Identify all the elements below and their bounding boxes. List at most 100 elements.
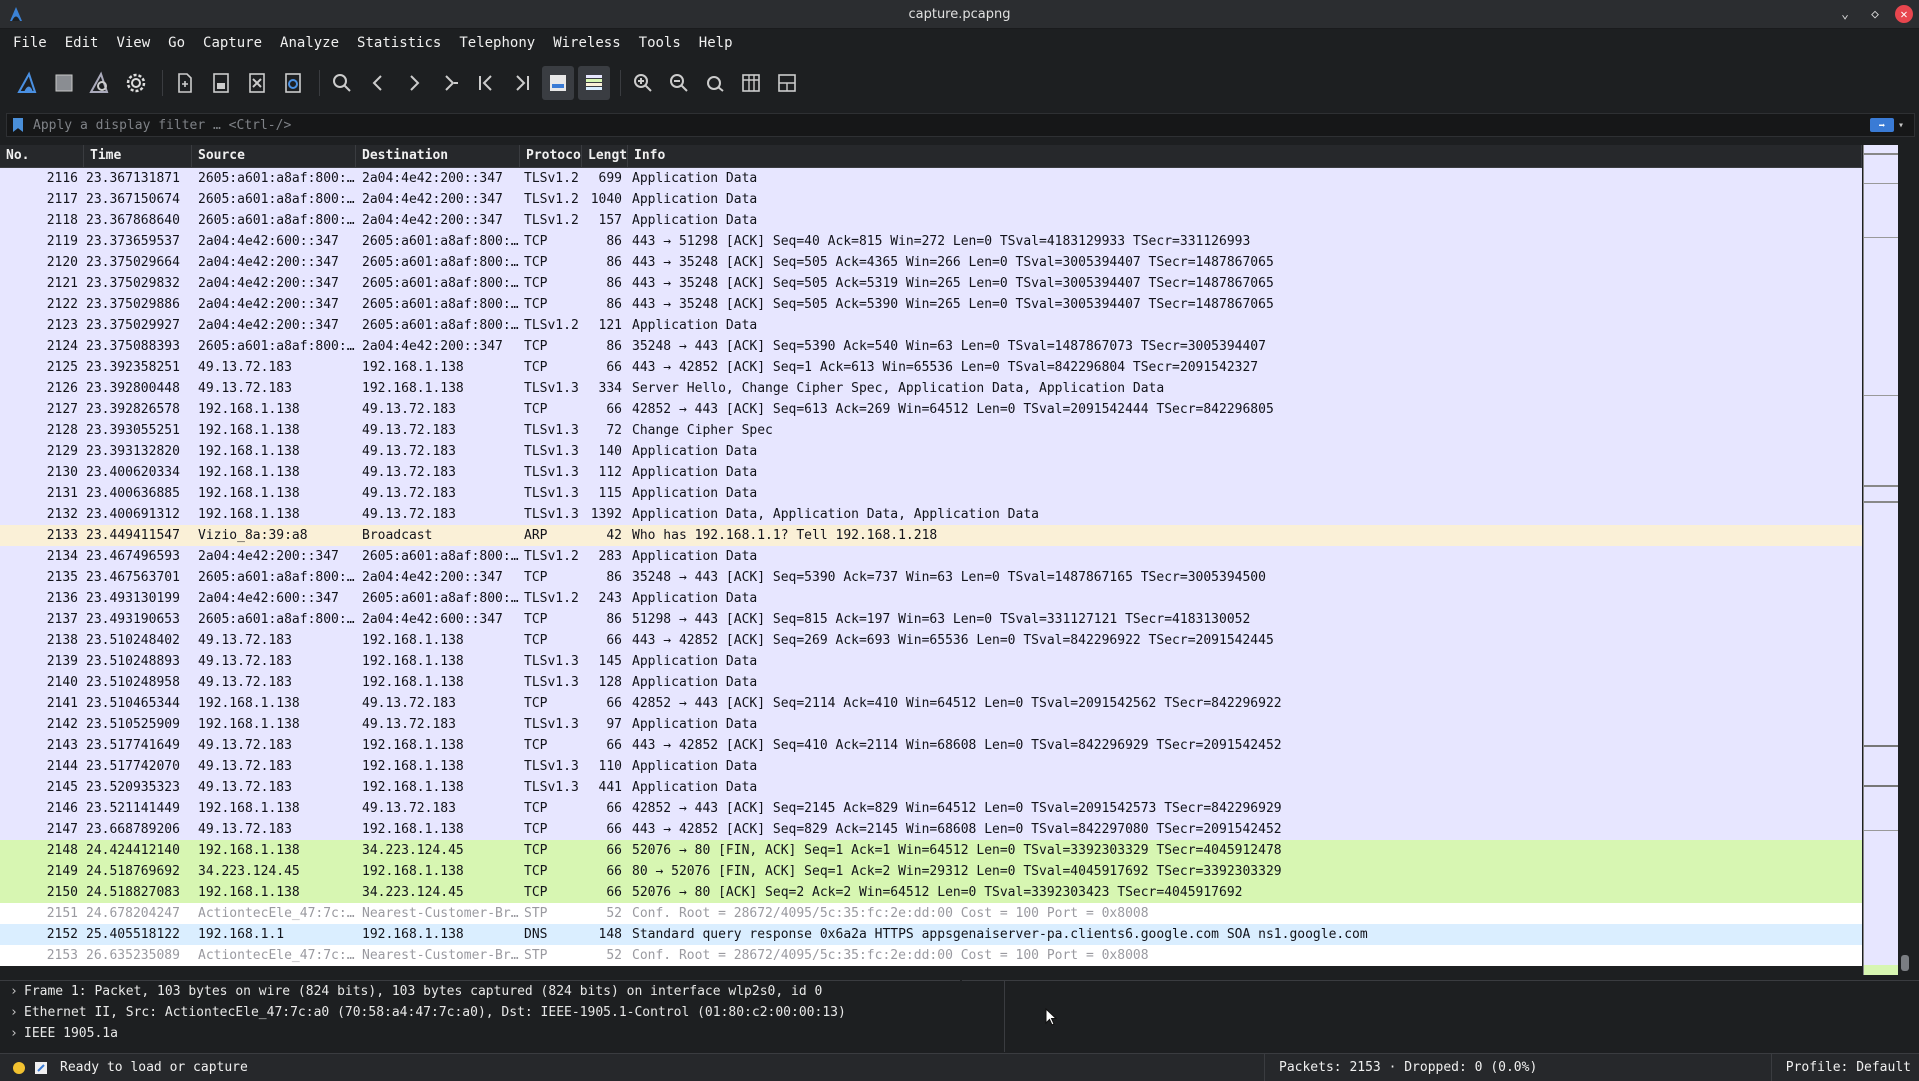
detail-tree-item[interactable]: › Ethernet II, Src: ActiontecEle_47:7c:a0… [0,1002,960,1023]
status-message: Ready to load or capture [60,1060,248,1075]
start-capture-button[interactable] [12,66,44,100]
column-header-protocol[interactable]: Protoco [520,145,582,167]
packet-row[interactable]: 2141 23.510465344 192.168.1.138 49.13.72.18… [0,693,1862,714]
packet-row[interactable]: 2129 23.393132820 192.168.1.138 49.13.72.18… [0,441,1862,462]
packet-row[interactable]: 2138 23.510248402 49.13.72.183 192.168.1.13… [0,630,1862,651]
packet-row[interactable]: 2152 25.405518122 192.168.1.1 192.168.1.138… [0,924,1862,945]
column-header-length[interactable]: Lengt [582,145,628,167]
scrollbar-thumb[interactable] [1901,955,1909,971]
menu-tools[interactable]: Tools [630,29,690,57]
packet-row[interactable]: 2144 23.517742070 49.13.72.183 192.168.1.13… [0,756,1862,777]
packet-row[interactable]: 2131 23.400636885 192.168.1.138 49.13.72.18… [0,483,1862,504]
packet-row[interactable]: 2146 23.521141449 192.168.1.138 49.13.72.18… [0,798,1862,819]
expert-info-icon[interactable] [13,1061,25,1074]
capture-comment-icon[interactable] [34,1061,48,1075]
autoscroll-button[interactable] [542,66,574,100]
column-header-no[interactable]: No. [0,145,84,167]
packet-row[interactable]: 2126 23.392800448 49.13.72.183 192.168.1.13… [0,378,1862,399]
detail-tree-item[interactable]: › IEEE 1905.1a [0,1023,960,1044]
packet-row[interactable]: 2137 23.493190653 2605:a601:a8af:800:… 2a04… [0,609,1862,630]
menu-edit[interactable]: Edit [56,29,108,57]
column-header-destination[interactable]: Destination [356,145,520,167]
zoom-in-button[interactable] [627,66,659,100]
packet-row[interactable]: 2151 24.678204247 ActiontecEle_47:7c:… Near… [0,903,1862,924]
bookmark-icon[interactable] [13,118,23,132]
close-icon[interactable]: ✕ [1895,5,1913,23]
packet-row[interactable]: 2135 23.467563701 2605:a601:a8af:800:… 2a04… [0,567,1862,588]
menu-wireless[interactable]: Wireless [544,29,629,57]
go-to-packet-button[interactable] [434,66,466,100]
packet-row[interactable]: 2117 23.367150674 2605:a601:a8af:800:… 2a04… [0,189,1862,210]
packet-row[interactable]: 2143 23.517741649 49.13.72.183 192.168.1.13… [0,735,1862,756]
toolbar-separator [620,70,621,96]
packet-row[interactable]: 2124 23.375088393 2605:a601:a8af:800:… 2a04… [0,336,1862,357]
packet-row[interactable]: 2149 24.518769692 34.223.124.45 192.168.1.1… [0,861,1862,882]
packet-row[interactable]: 2145 23.520935323 49.13.72.183 192.168.1.13… [0,777,1862,798]
chevron-right-icon[interactable]: › [10,1023,24,1044]
reload-file-button[interactable] [277,66,309,100]
packet-row[interactable]: 2150 24.518827083 192.168.1.138 34.223.124.… [0,882,1862,903]
packet-row[interactable]: 2134 23.467496593 2a04:4e42:200::347 2605:a… [0,546,1862,567]
packet-row[interactable]: 2147 23.668789206 49.13.72.183 192.168.1.13… [0,819,1862,840]
menu-telephony[interactable]: Telephony [450,29,544,57]
display-filter-input[interactable] [31,116,1870,134]
apply-filter-icon[interactable]: ➡ [1869,118,1894,132]
packet-row[interactable]: 2130 23.400620334 192.168.1.138 49.13.72.18… [0,462,1862,483]
last-packet-button[interactable] [506,66,538,100]
packet-row[interactable]: 2142 23.510525909 192.168.1.138 49.13.72.18… [0,714,1862,735]
menu-go[interactable]: Go [159,29,194,57]
packet-row[interactable]: 2118 23.367868640 2605:a601:a8af:800:… 2a04… [0,210,1862,231]
packet-row[interactable]: 2132 23.400691312 192.168.1.138 49.13.72.18… [0,504,1862,525]
menu-statistics[interactable]: Statistics [348,29,450,57]
packet-row[interactable]: 2121 23.375029832 2a04:4e42:200::347 2605:a… [0,273,1862,294]
packet-row[interactable]: 2128 23.393055251 192.168.1.138 49.13.72.18… [0,420,1862,441]
packet-row[interactable]: 2125 23.392358251 49.13.72.183 192.168.1.13… [0,357,1862,378]
profile-switcher[interactable]: Profile: Default [1770,1054,1919,1081]
packet-bytes-pane[interactable] [962,980,1919,1053]
packet-row[interactable]: 2153 26.635235089 ActiontecEle_47:7c:… Near… [0,945,1862,966]
resize-columns-button[interactable] [735,66,767,100]
packet-row[interactable]: 2140 23.510248958 49.13.72.183 192.168.1.13… [0,672,1862,693]
chevron-right-icon[interactable]: › [10,981,24,1002]
column-header-time[interactable]: Time [84,145,192,167]
minimize-icon[interactable]: ⌄ [1835,4,1855,24]
menu-view[interactable]: View [107,29,159,57]
packet-row[interactable]: 2116 23.367131871 2605:a601:a8af:800:… 2a04… [0,168,1862,189]
layout-button[interactable] [771,66,803,100]
packet-row[interactable]: 2139 23.510248893 49.13.72.183 192.168.1.13… [0,651,1862,672]
save-file-button[interactable] [205,66,237,100]
colorize-button[interactable] [578,66,610,100]
packet-row[interactable]: 2148 24.424412140 192.168.1.138 34.223.124.… [0,840,1862,861]
pane-divider[interactable] [1004,980,1005,1052]
menu-file[interactable]: File [4,29,56,57]
packet-row[interactable]: 2136 23.493130199 2a04:4e42:600::347 2605:a… [0,588,1862,609]
packet-row[interactable]: 2122 23.375029886 2a04:4e42:200::347 2605:a… [0,294,1862,315]
packet-row[interactable]: 2119 23.373659537 2a04:4e42:600::347 2605:a… [0,231,1862,252]
packet-row[interactable]: 2123 23.375029927 2a04:4e42:200::347 2605:a… [0,315,1862,336]
chevron-right-icon[interactable]: › [10,1002,24,1023]
capture-options-button[interactable] [120,66,152,100]
find-packet-button[interactable] [326,66,358,100]
packet-minimap[interactable] [1863,145,1898,975]
normal-size-button[interactable] [699,66,731,100]
packet-row[interactable]: 2127 23.392826578 192.168.1.138 49.13.72.18… [0,399,1862,420]
open-file-button[interactable] [169,66,201,100]
column-header-info[interactable]: Info [628,145,1862,167]
close-file-button[interactable] [241,66,273,100]
detail-tree-item[interactable]: › Frame 1: Packet, 103 bytes on wire (824… [0,981,960,1002]
restart-capture-button[interactable] [84,66,116,100]
packet-row[interactable]: 2133 23.449411547 Vizio_8a:39:a8 Broadcast A… [0,525,1862,546]
menu-capture[interactable]: Capture [194,29,271,57]
packet-list-scrollbar[interactable] [1899,145,1911,975]
menu-help[interactable]: Help [690,29,742,57]
maximize-icon[interactable]: ◇ [1865,4,1885,24]
menu-analyze[interactable]: Analyze [271,29,348,57]
go-back-button[interactable] [362,66,394,100]
stop-capture-button[interactable] [48,66,80,100]
go-forward-button[interactable] [398,66,430,100]
chevron-down-icon[interactable]: ▾ [1898,120,1904,131]
packet-row[interactable]: 2120 23.375029664 2a04:4e42:200::347 2605:a… [0,252,1862,273]
zoom-out-button[interactable] [663,66,695,100]
column-header-source[interactable]: Source [192,145,356,167]
first-packet-button[interactable] [470,66,502,100]
